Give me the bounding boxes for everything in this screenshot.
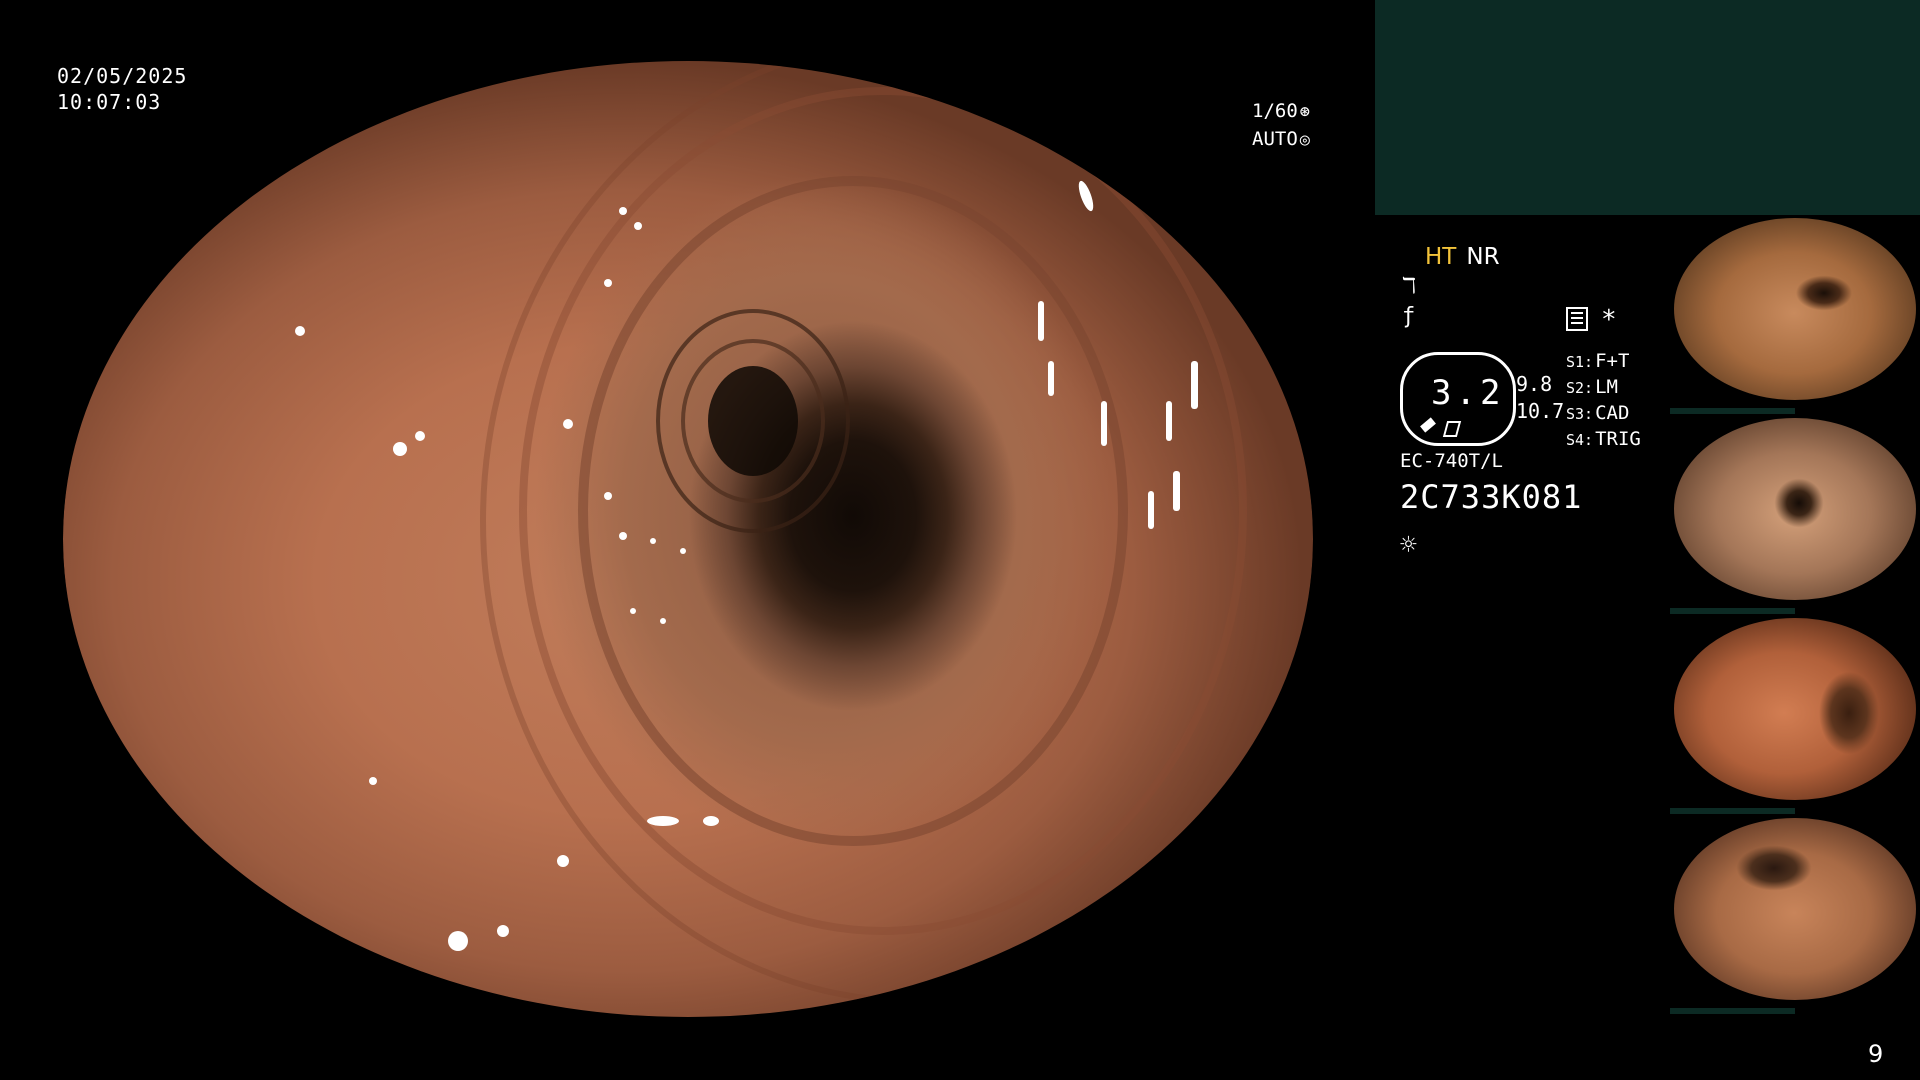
switch-assignments: S1: F+T S2: LM S3: CAD S4: TRIG	[1566, 349, 1641, 453]
thumbnail-2[interactable]	[1670, 418, 1920, 614]
info-panel-header	[1375, 0, 1920, 215]
slash-f-icon: ƒ	[1402, 304, 1416, 329]
iris-icon: ◎	[1299, 130, 1311, 150]
slot-value: CAD	[1595, 402, 1630, 424]
scope-serial: 2C733K081	[1400, 478, 1583, 516]
curve-icon: ℸ	[1402, 274, 1417, 299]
processing-modes: HT NR	[1425, 244, 1500, 270]
asterisk-icon: *	[1601, 305, 1617, 335]
slot-s2: S2: LM	[1566, 375, 1641, 401]
endoscopy-screen: 02/05/2025 10:07:03 1/60 ⊛ AUTO ◎ HT NR ℸ ƒ…	[0, 0, 1920, 1080]
mucosa-folds	[295, 61, 1313, 1004]
slot-key: S1:	[1566, 353, 1594, 371]
scope-model: EC-740T/L	[1400, 450, 1503, 472]
thumbnail-4[interactable]	[1670, 818, 1920, 1014]
thumbnail-image	[1674, 818, 1916, 1000]
thumbnail-image	[1674, 618, 1916, 800]
slot-key: S4:	[1566, 431, 1594, 449]
thumbnail-bar	[1670, 808, 1795, 814]
gauge-value: 3.2	[1431, 373, 1505, 413]
gauge-readout-1: 9.8	[1516, 372, 1553, 396]
thumbnail-bar	[1670, 608, 1795, 614]
slot-value: F+T	[1595, 350, 1630, 372]
slot-s3: S3: CAD	[1566, 401, 1641, 427]
thumbnail-image	[1674, 418, 1916, 600]
mode-nr: NR	[1466, 244, 1500, 270]
aperture-icon: ⊛	[1299, 102, 1311, 122]
shutter-value: 1/60	[1252, 100, 1298, 122]
slot-s4: S4: TRIG	[1566, 427, 1641, 453]
document-icon	[1566, 307, 1588, 331]
thumbnail-strip	[1670, 218, 1920, 1018]
box-icon	[1442, 421, 1462, 437]
slot-key: S2:	[1566, 379, 1594, 397]
thumbnail-image	[1674, 218, 1916, 400]
page-number: 9	[1868, 1040, 1884, 1068]
thumbnail-bar	[1670, 408, 1795, 414]
shutter-readout: 1/60 ⊛	[1252, 100, 1310, 122]
mode-ht: HT	[1425, 244, 1457, 270]
slot-s1: S1: F+T	[1566, 349, 1641, 375]
time-readout: 10:07:03	[57, 90, 162, 114]
thumbnail-3[interactable]	[1670, 618, 1920, 814]
thumbnail-bar	[1670, 1008, 1795, 1014]
date-readout: 02/05/2025	[57, 64, 188, 88]
exposure-readout: AUTO ◎	[1252, 128, 1310, 150]
endoscopic-main-view	[63, 61, 1313, 1017]
gauge-readout-2: 10.7	[1516, 399, 1565, 423]
exposure-value: AUTO	[1252, 128, 1298, 150]
slot-key: S3:	[1566, 405, 1594, 423]
thumbnail-1[interactable]	[1670, 218, 1920, 414]
slot-value: TRIG	[1595, 428, 1641, 450]
slot-value: LM	[1595, 376, 1618, 398]
pen-icon	[1420, 417, 1436, 433]
zoom-gauge: 3.2	[1400, 352, 1516, 446]
light-icon: ☼	[1400, 528, 1417, 561]
